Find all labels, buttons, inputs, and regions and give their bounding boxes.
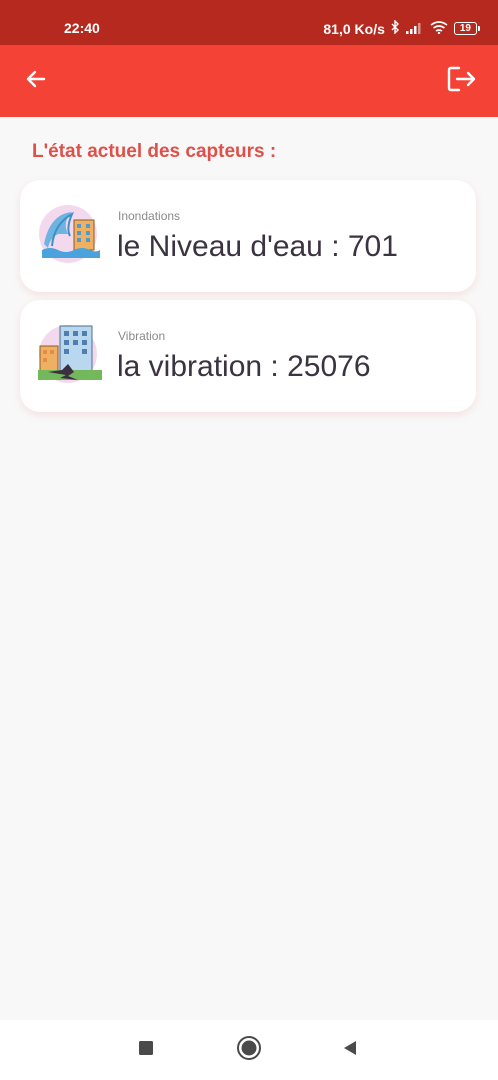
signal-icon (405, 21, 424, 37)
back-button[interactable] (20, 65, 52, 97)
battery-tip (478, 26, 480, 31)
home-button[interactable] (235, 1035, 263, 1066)
water-level-value: le Niveau d'eau : 701 (117, 230, 398, 263)
card-label: Vibration (118, 329, 166, 343)
status-bar: 22:40 81,0 Ko/s 19 (0, 0, 498, 45)
status-right: 81,0 Ko/s 19 (323, 19, 480, 37)
network-speed: 81,0 Ko/s (323, 20, 385, 37)
recent-apps-button[interactable] (132, 1036, 160, 1064)
home-icon (236, 1035, 262, 1066)
sensor-card-flood[interactable]: Inondations le Niveau d'eau : 701 (20, 180, 476, 292)
app-bar (0, 45, 498, 117)
card-label: Inondations (118, 209, 181, 223)
status-time: 22:40 (64, 20, 100, 36)
wifi-icon (430, 20, 448, 37)
logout-icon (447, 65, 477, 98)
system-nav-bar (0, 1020, 498, 1080)
earthquake-icon (38, 320, 104, 386)
page-title: L'état actuel des capteurs : (32, 141, 277, 162)
battery-icon: 19 (453, 22, 480, 35)
vibration-value: la vibration : 25076 (117, 350, 371, 383)
back-icon (341, 1039, 359, 1062)
recent-apps-icon (138, 1040, 154, 1061)
arrow-left-icon (24, 67, 48, 96)
nav-back-button[interactable] (336, 1036, 364, 1064)
bluetooth-icon (391, 19, 400, 37)
battery-level: 19 (453, 22, 477, 35)
logout-button[interactable] (446, 65, 478, 97)
sensor-card-vibration[interactable]: Vibration la vibration : 25076 (20, 300, 476, 412)
flood-icon (38, 200, 104, 266)
